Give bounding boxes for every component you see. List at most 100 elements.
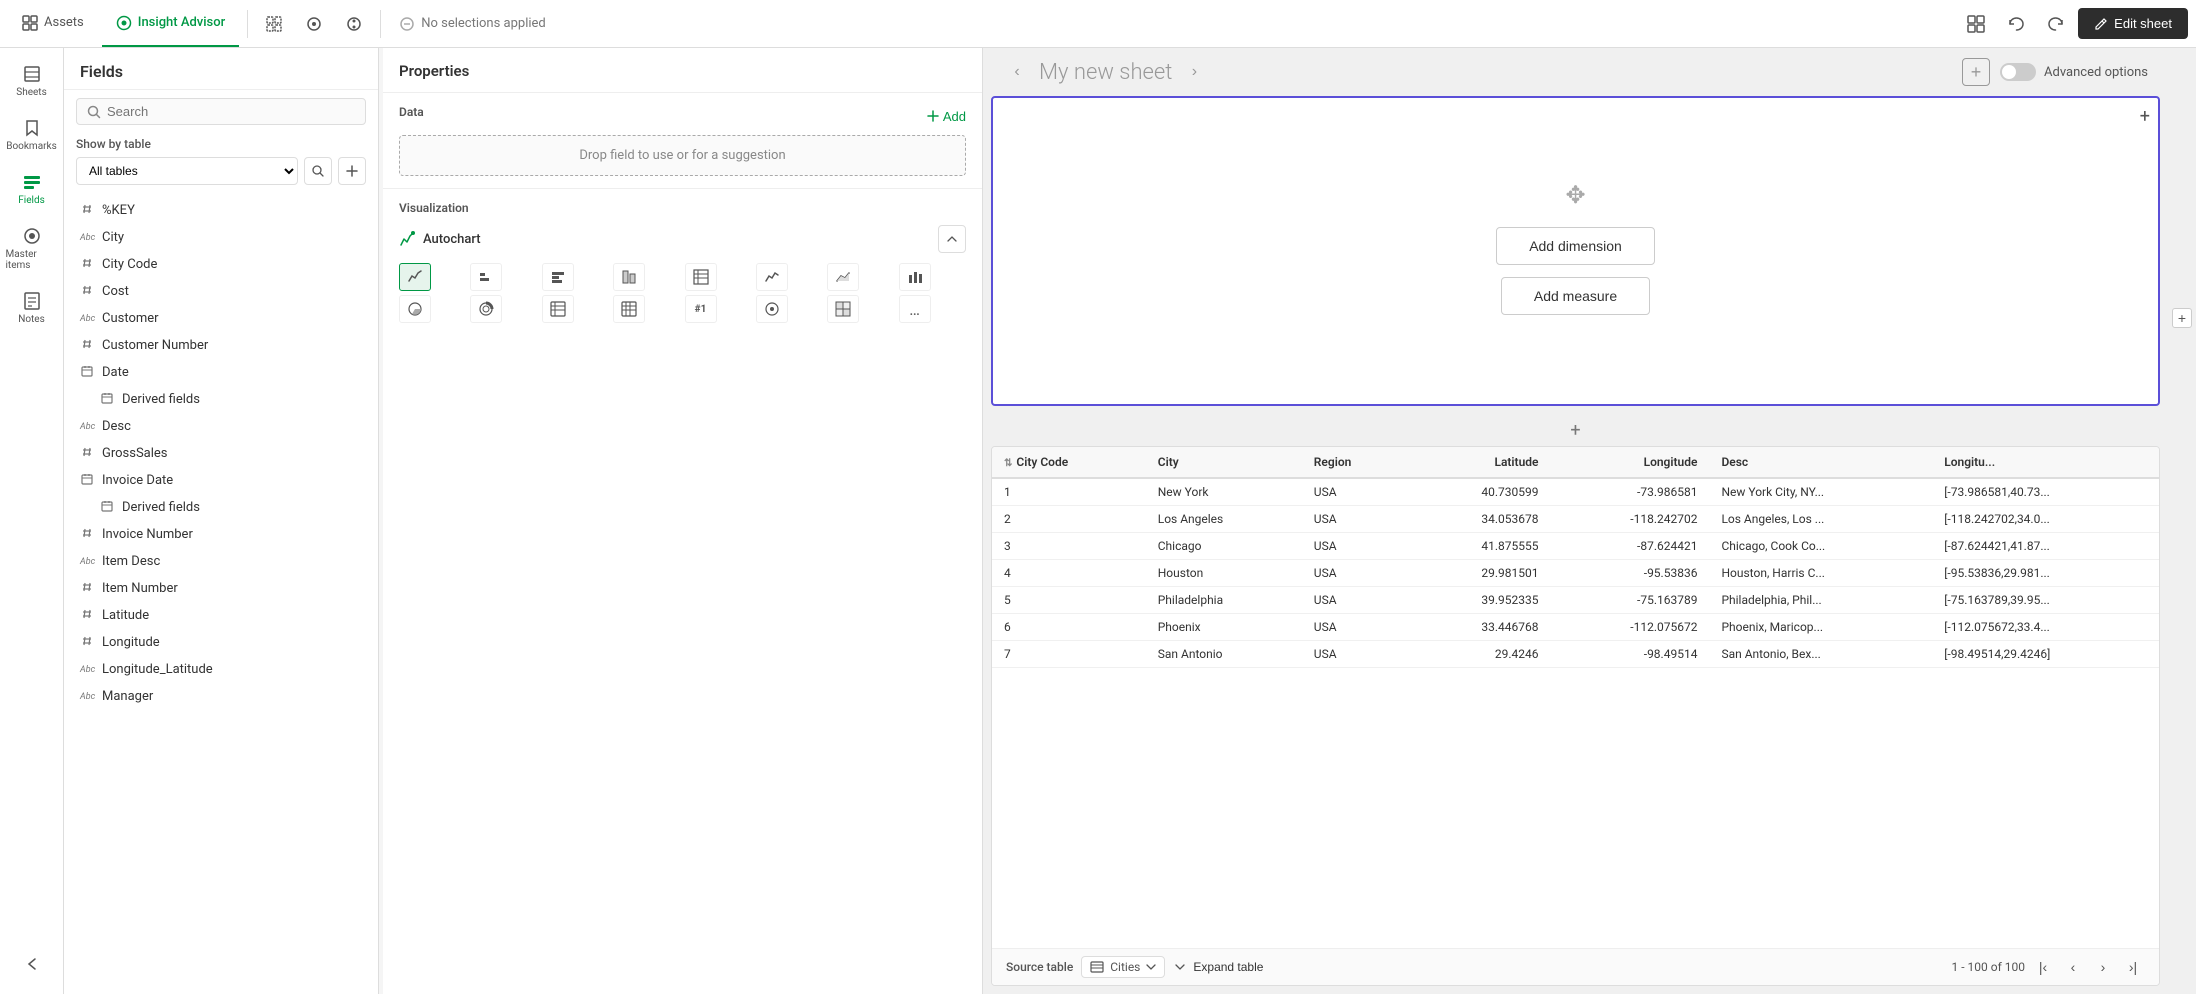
tab-assets[interactable]: Assets: [8, 0, 98, 47]
collapse-viz-btn[interactable]: [938, 225, 966, 253]
expand-right-btn[interactable]: +: [2172, 308, 2192, 328]
add-table-btn[interactable]: [338, 157, 366, 185]
add-data-btn[interactable]: Add: [927, 109, 966, 124]
field-item-longitudelatitude[interactable]: AbcLongitude_Latitude: [64, 656, 378, 683]
viz-type-12[interactable]: #1: [685, 295, 717, 323]
add-sheet-btn[interactable]: +: [1962, 58, 1990, 86]
viz-type-14[interactable]: [827, 295, 859, 323]
last-page-btn[interactable]: ›|: [2121, 955, 2145, 979]
viz-type-selected: Autochart: [399, 231, 481, 247]
add-measure-btn[interactable]: Add measure: [1501, 277, 1650, 315]
nav-bookmarks[interactable]: Bookmarks: [2, 110, 62, 160]
td-longitu: [-112.075672,33.4...: [1932, 614, 2159, 641]
field-item-customer[interactable]: AbcCustomer: [64, 305, 378, 332]
th-region[interactable]: Region: [1302, 447, 1409, 478]
td-longitude: -95.53836: [1550, 560, 1709, 587]
add-between-icon: +: [1570, 420, 1580, 441]
grid-view-icon[interactable]: [1958, 6, 1994, 42]
viz-type-11[interactable]: [613, 295, 645, 323]
field-item-manager[interactable]: AbcManager: [64, 683, 378, 710]
prev-sheet-btn[interactable]: ‹: [1003, 58, 1031, 86]
field-item-item-number[interactable]: Item Number: [64, 575, 378, 602]
viz-type-7[interactable]: [899, 263, 931, 291]
no-selections: No selections applied: [389, 16, 556, 32]
th-longitude[interactable]: Longitude: [1550, 447, 1709, 478]
field-item-derived-fields[interactable]: Derived fields: [64, 494, 378, 521]
redo-btn[interactable]: [2038, 6, 2074, 42]
field-type-icon: [80, 473, 94, 488]
field-item-invoice-date[interactable]: Invoice Date: [64, 467, 378, 494]
field-name: Invoice Number: [102, 527, 193, 542]
field-item-item-desc[interactable]: AbcItem Desc: [64, 548, 378, 575]
field-type-icon: [80, 635, 94, 650]
expand-label: Expand table: [1193, 960, 1263, 974]
next-sheet-btn[interactable]: ›: [1180, 58, 1208, 86]
forward-btn[interactable]: [336, 6, 372, 42]
field-item-city[interactable]: AbcCity: [64, 224, 378, 251]
plus-corner-btn[interactable]: +: [2140, 106, 2150, 127]
field-name: Customer: [102, 311, 159, 326]
th-city_code[interactable]: ⇅City Code: [992, 447, 1146, 478]
nav-collapse[interactable]: [2, 946, 62, 994]
data-section: Data Add Drop field to use or for a sugg…: [383, 93, 982, 189]
tab-insight-advisor[interactable]: Insight Advisor: [102, 0, 239, 47]
advanced-toggle-switch[interactable]: [2000, 63, 2036, 81]
viz-type-9[interactable]: [470, 295, 502, 323]
select-tool-btn[interactable]: [256, 6, 292, 42]
field-name: %KEY: [102, 203, 135, 218]
viz-type-10[interactable]: [542, 295, 574, 323]
th-longitu[interactable]: Longitu...: [1932, 447, 2159, 478]
field-item-longitude[interactable]: Longitude: [64, 629, 378, 656]
nav-notes[interactable]: Notes: [2, 283, 62, 333]
viz-type-8[interactable]: [399, 295, 431, 323]
td-latitude: 39.952335: [1409, 587, 1550, 614]
th-desc[interactable]: Desc: [1709, 447, 1932, 478]
back-btn[interactable]: [296, 6, 332, 42]
viz-type-6[interactable]: [827, 263, 859, 291]
prev-page-btn[interactable]: ‹: [2061, 955, 2085, 979]
undo-btn[interactable]: [1998, 6, 2034, 42]
field-item-latitude[interactable]: Latitude: [64, 602, 378, 629]
source-table-label: Source table: [1006, 960, 1073, 974]
nav-fields[interactable]: Fields: [2, 164, 62, 214]
search-table-btn[interactable]: [304, 157, 332, 185]
th-latitude[interactable]: Latitude: [1409, 447, 1550, 478]
search-input[interactable]: [107, 104, 355, 119]
viz-type-4[interactable]: [685, 263, 717, 291]
field-item-city-code[interactable]: City Code: [64, 251, 378, 278]
source-table-select[interactable]: Cities: [1081, 956, 1165, 978]
td-desc: Los Angeles, Los ...: [1709, 506, 1932, 533]
nav-master-items[interactable]: Master items: [2, 218, 62, 279]
field-item-desc[interactable]: AbcDesc: [64, 413, 378, 440]
autochart-label: Autochart: [423, 232, 481, 247]
td-city: Philadelphia: [1146, 587, 1302, 614]
add-between-row[interactable]: +: [983, 414, 2168, 446]
field-item-cost[interactable]: Cost: [64, 278, 378, 305]
edit-sheet-btn[interactable]: Edit sheet: [2078, 8, 2188, 39]
field-item-derived-fields[interactable]: Derived fields: [64, 386, 378, 413]
first-page-btn[interactable]: |‹: [2031, 955, 2055, 979]
th-city[interactable]: City: [1146, 447, 1302, 478]
viz-type-3[interactable]: [613, 263, 645, 291]
field-item-customer-number[interactable]: Customer Number: [64, 332, 378, 359]
table-dropdown[interactable]: All tables: [76, 157, 298, 185]
advanced-options-label: Advanced options: [2044, 65, 2148, 80]
viz-type-0[interactable]: [399, 263, 431, 291]
field-item-grosssales[interactable]: GrossSales: [64, 440, 378, 467]
viz-type-5[interactable]: [756, 263, 788, 291]
viz-type-15[interactable]: …: [899, 295, 931, 323]
nav-sheets[interactable]: Sheets: [2, 56, 62, 106]
nav-collapse-btn[interactable]: [2, 946, 62, 982]
td-region: USA: [1302, 641, 1409, 668]
data-table-scroll[interactable]: ⇅City CodeCityRegionLatitudeLongitudeDes…: [992, 447, 2159, 948]
field-item-date[interactable]: Date: [64, 359, 378, 386]
field-item-invoice-number[interactable]: Invoice Number: [64, 521, 378, 548]
field-item-key[interactable]: %KEY: [64, 197, 378, 224]
expand-table-btn[interactable]: Expand table: [1173, 960, 1263, 974]
viz-type-13[interactable]: [756, 295, 788, 323]
viz-type-2[interactable]: [542, 263, 574, 291]
viz-type-1[interactable]: [470, 263, 502, 291]
data-table: ⇅City CodeCityRegionLatitudeLongitudeDes…: [992, 447, 2159, 668]
add-dimension-btn[interactable]: Add dimension: [1496, 227, 1655, 265]
next-page-btn[interactable]: ›: [2091, 955, 2115, 979]
